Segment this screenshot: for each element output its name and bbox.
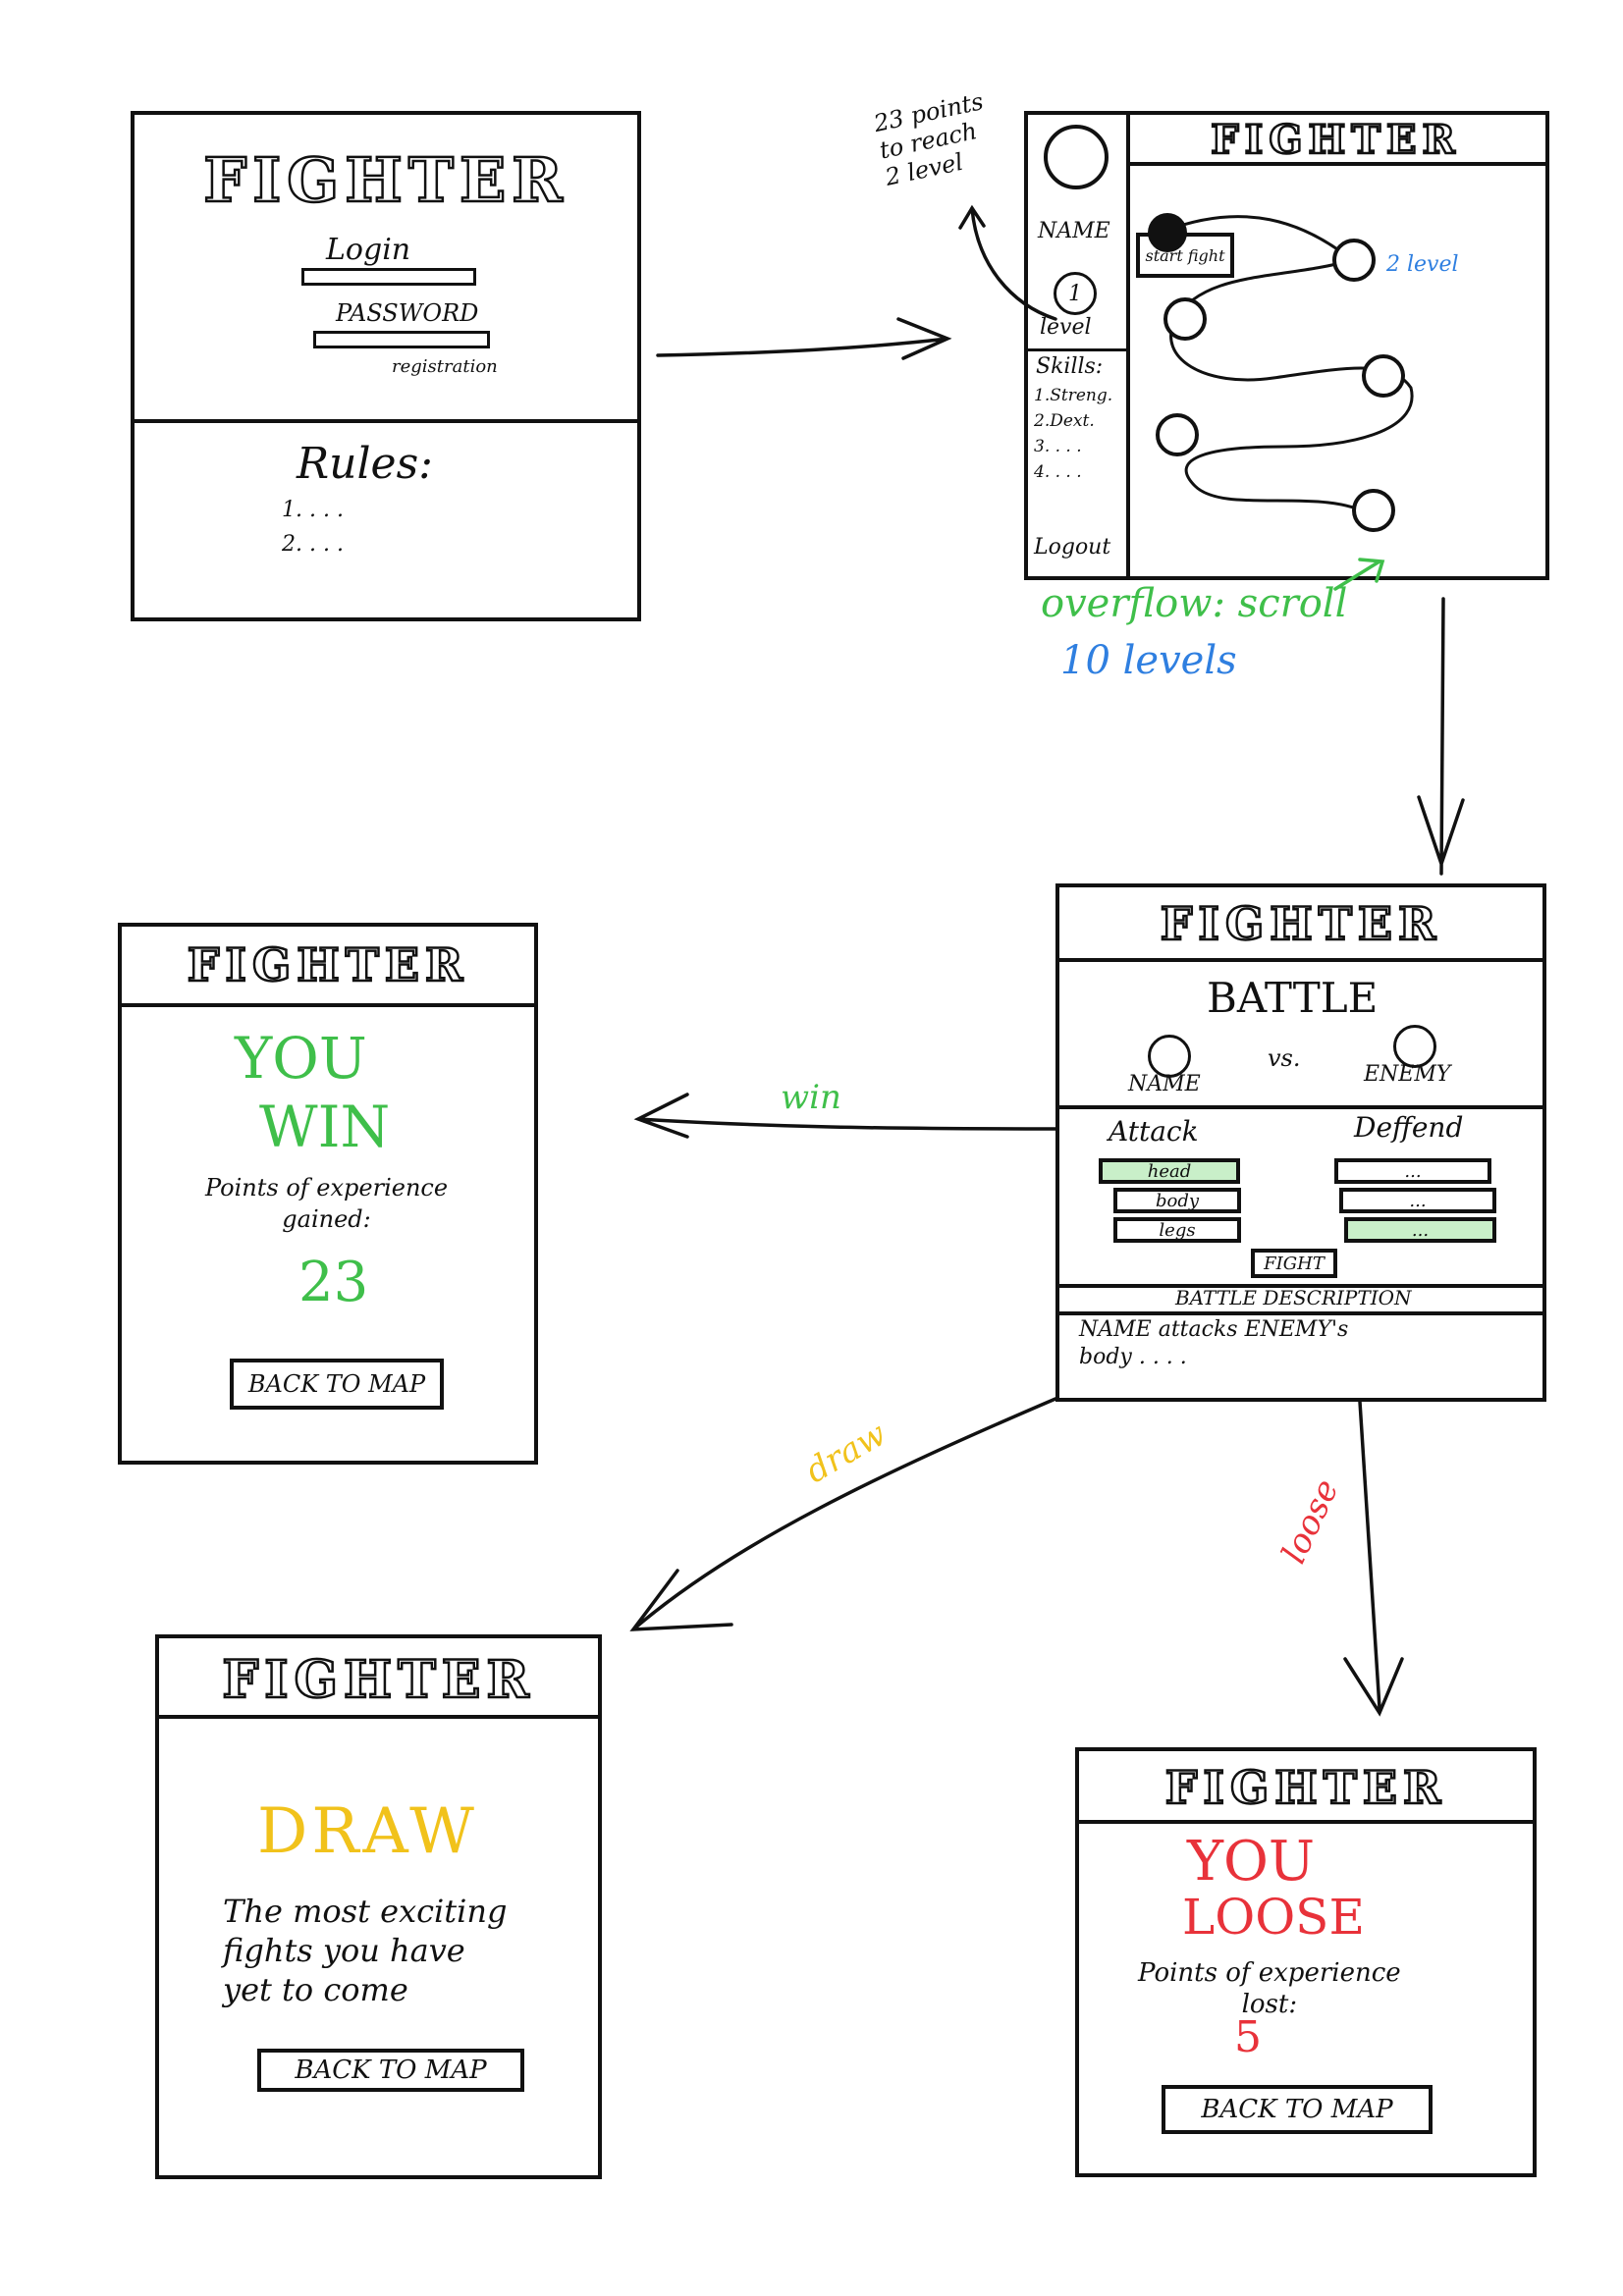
flow-arrows [629, 204, 1465, 1717]
login-to-map-arrow [656, 317, 952, 360]
battle-to-lose-arrow [1343, 1400, 1404, 1717]
scroll-arrow [1333, 558, 1385, 591]
win-arrow-label: win [781, 1078, 841, 1117]
map-to-battle-arrow [1417, 597, 1465, 876]
battle-to-win-arrow [633, 1093, 1057, 1139]
points-note-arrow [958, 204, 1057, 321]
